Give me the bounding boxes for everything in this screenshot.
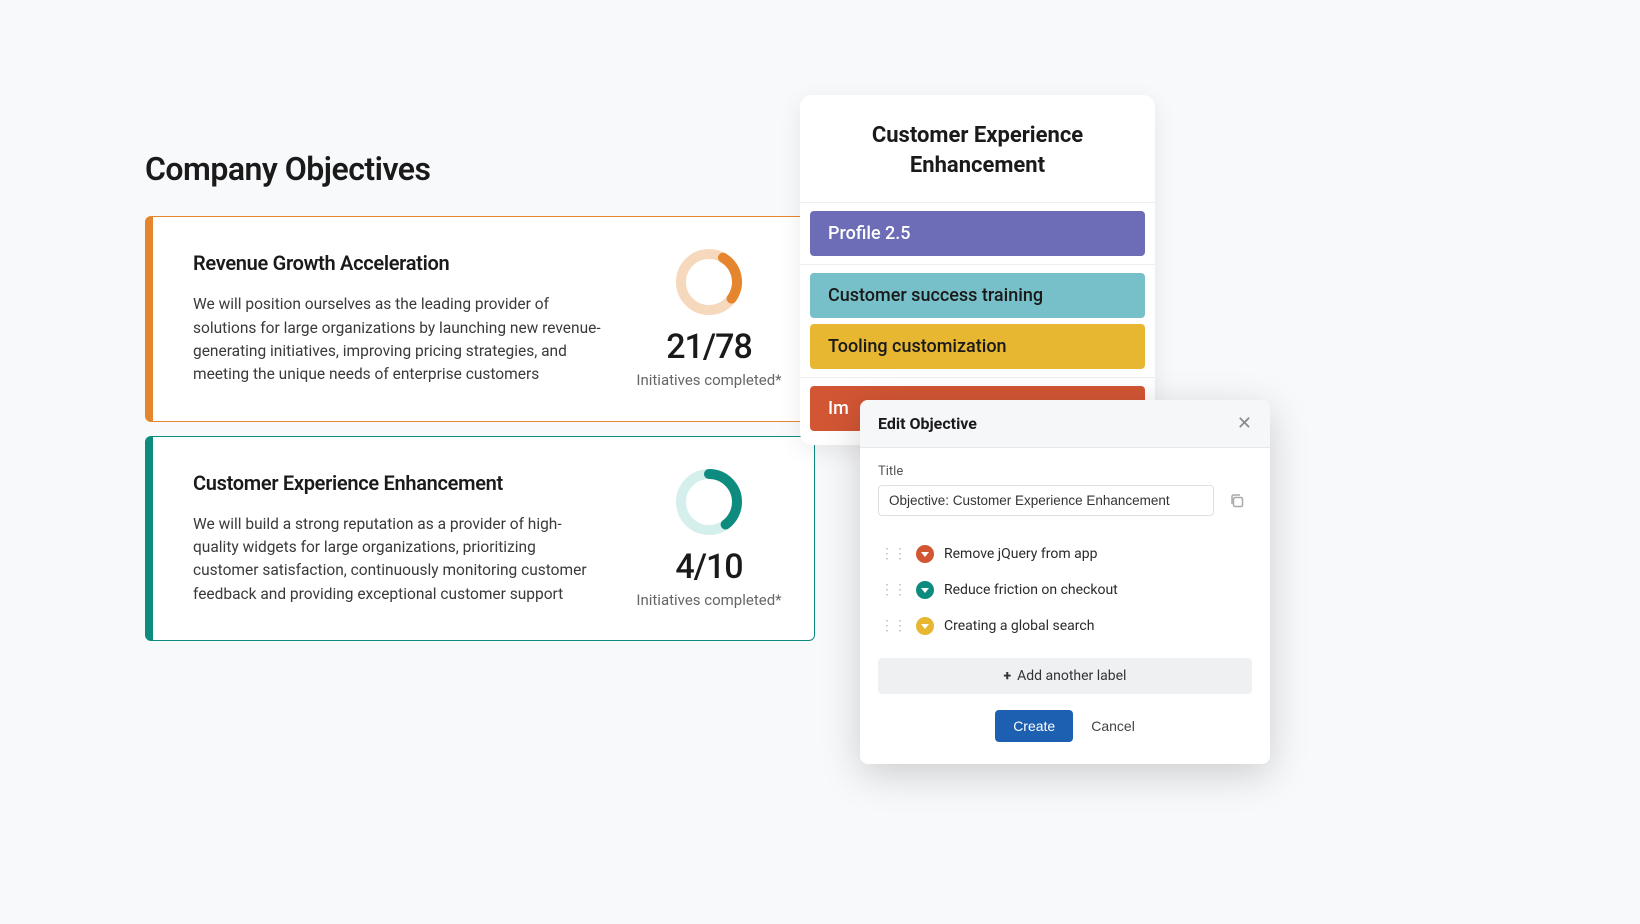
- drag-handle-icon[interactable]: ⋮⋮: [880, 546, 906, 562]
- epic-section: Profile 2.5: [800, 203, 1155, 265]
- epic-pill[interactable]: Customer success training: [810, 273, 1145, 318]
- objective-title: Revenue Growth Acceleration: [193, 251, 604, 275]
- copy-icon[interactable]: [1222, 485, 1252, 516]
- objective-description: We will build a strong reputation as a p…: [193, 513, 604, 606]
- objective-metric: 4/10 Initiatives completed*: [634, 467, 784, 611]
- modal-footer: Create Cancel: [878, 694, 1252, 746]
- modal-body: Title ⋮⋮ Remove jQuery from app ⋮⋮ Reduc…: [860, 448, 1270, 764]
- objective-item-row[interactable]: ⋮⋮ Remove jQuery from app: [878, 536, 1252, 572]
- progress-ring-icon: [674, 247, 744, 317]
- drag-handle-icon[interactable]: ⋮⋮: [880, 582, 906, 598]
- objective-item-label: Creating a global search: [944, 618, 1094, 634]
- create-button[interactable]: Create: [995, 710, 1073, 742]
- epic-pill[interactable]: Tooling customization: [810, 324, 1145, 369]
- edit-objective-modal: Edit Objective ✕ Title ⋮⋮ Remove jQuery …: [860, 400, 1270, 764]
- close-icon[interactable]: ✕: [1237, 415, 1252, 433]
- objective-description: We will position ourselves as the leadin…: [193, 293, 604, 386]
- initiatives-count: 21/78: [634, 327, 784, 367]
- initiatives-count-label: Initiatives completed*: [634, 591, 784, 611]
- status-dot-icon: [916, 617, 934, 635]
- initiatives-count-label: Initiatives completed*: [634, 371, 784, 391]
- drag-handle-icon[interactable]: ⋮⋮: [880, 618, 906, 634]
- epic-card-header: Customer Experience Enhancement: [800, 95, 1155, 203]
- status-dot-icon: [916, 581, 934, 599]
- objective-item-label: Reduce friction on checkout: [944, 582, 1118, 598]
- objective-item-row[interactable]: ⋮⋮ Reduce friction on checkout: [878, 572, 1252, 608]
- modal-title: Edit Objective: [878, 414, 1237, 433]
- epic-card: Customer Experience Enhancement Profile …: [800, 95, 1155, 445]
- objective-item-row[interactable]: ⋮⋮ Creating a global search: [878, 608, 1252, 644]
- cancel-button[interactable]: Cancel: [1091, 718, 1135, 734]
- title-field-label: Title: [878, 464, 1252, 479]
- objective-text: Customer Experience Enhancement We will …: [193, 471, 604, 606]
- objective-text: Revenue Growth Acceleration We will posi…: [193, 251, 604, 386]
- plus-icon: +: [1004, 668, 1012, 684]
- objective-title-input[interactable]: [878, 485, 1214, 516]
- objective-title: Customer Experience Enhancement: [193, 471, 604, 495]
- objective-card[interactable]: Customer Experience Enhancement We will …: [145, 436, 815, 642]
- epic-pill[interactable]: Profile 2.5: [810, 211, 1145, 256]
- company-objectives-panel: Company Objectives Revenue Growth Accele…: [145, 150, 815, 655]
- progress-ring-icon: [674, 467, 744, 537]
- objective-card[interactable]: Revenue Growth Acceleration We will posi…: [145, 216, 815, 422]
- page-title: Company Objectives: [145, 150, 815, 188]
- add-label-text: Add another label: [1017, 668, 1126, 684]
- epic-section: Customer success training Tooling custom…: [800, 265, 1155, 378]
- title-row: [878, 485, 1252, 516]
- initiatives-count: 4/10: [634, 547, 784, 587]
- status-dot-icon: [916, 545, 934, 563]
- modal-header: Edit Objective ✕: [860, 400, 1270, 448]
- add-label-button[interactable]: + Add another label: [878, 658, 1252, 694]
- objective-item-label: Remove jQuery from app: [944, 546, 1097, 562]
- objective-metric: 21/78 Initiatives completed*: [634, 247, 784, 391]
